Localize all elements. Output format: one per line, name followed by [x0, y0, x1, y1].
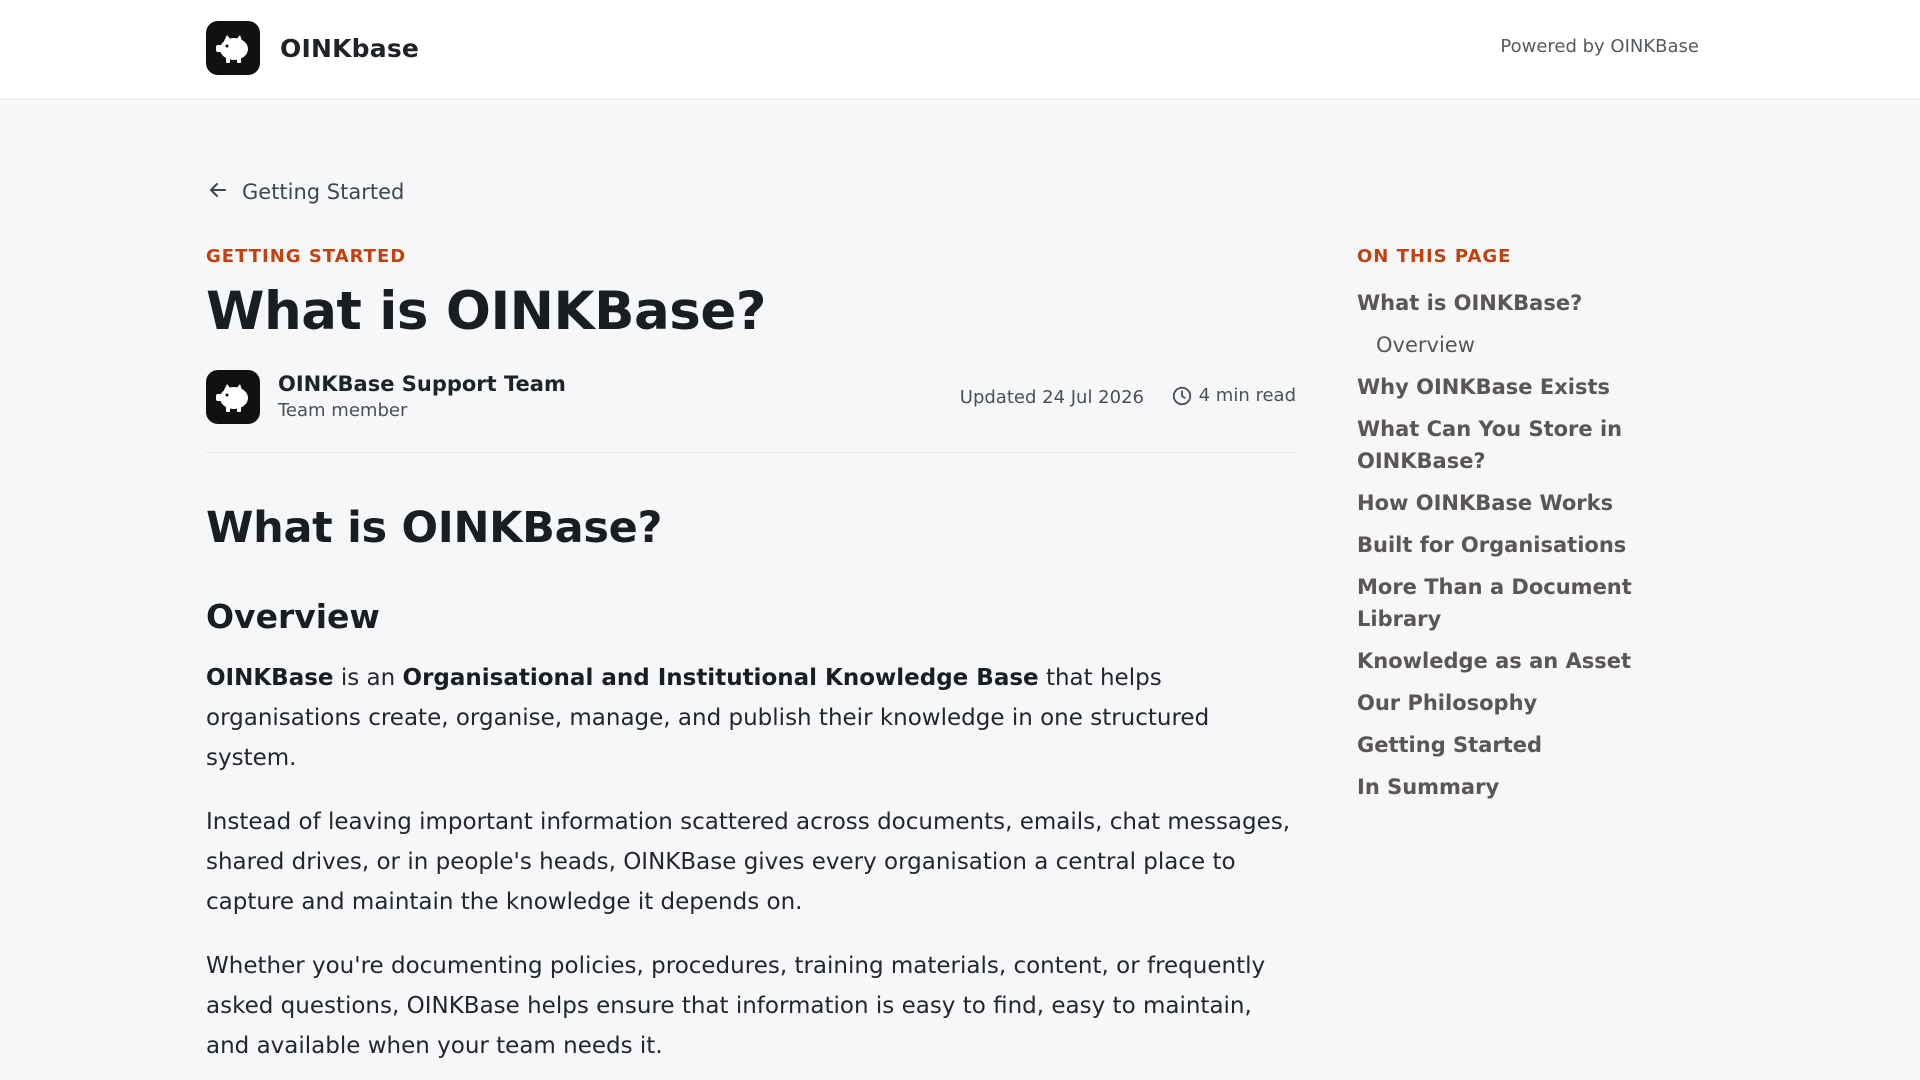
toc-item[interactable]: In Summary — [1357, 771, 1717, 803]
paragraph: Instead of leaving important information… — [206, 808, 1291, 915]
paragraph: Whether you're documenting policies, pro… — [206, 952, 1266, 1059]
table-of-contents: ON THIS PAGE What is OINKBase? Overview … — [1357, 246, 1717, 813]
bold-term: OINKBase — [206, 664, 334, 691]
pig-logo-icon — [206, 21, 260, 75]
toc-item[interactable]: What is OINKBase? — [1357, 287, 1717, 319]
back-link[interactable]: Getting Started — [206, 178, 404, 206]
author-name: OINKBase Support Team — [278, 371, 566, 396]
toc-item[interactable]: More Than a Document Library — [1357, 571, 1717, 635]
divider — [206, 451, 1296, 453]
toc-item[interactable]: Built for Organisations — [1357, 529, 1717, 561]
bold-term: Organisational and Institutional Knowled… — [402, 664, 1039, 691]
brand-name: OINKbase — [280, 33, 420, 63]
toc-heading: ON THIS PAGE — [1357, 246, 1512, 267]
arrow-left-icon — [206, 178, 230, 206]
page-title: What is OINKBase? — [206, 281, 767, 342]
read-time: 4 min read — [1171, 385, 1296, 407]
toc-list: What is OINKBase? Overview Why OINKBase … — [1357, 287, 1717, 803]
article-category: GETTING STARTED — [206, 246, 407, 267]
back-link-label: Getting Started — [242, 180, 405, 204]
paragraph-intro: OINKBase is an Organisational and Instit… — [206, 664, 1210, 771]
toc-item[interactable]: Overview — [1357, 329, 1717, 361]
toc-item[interactable]: Getting Started — [1357, 729, 1717, 761]
article-meta: OINKBase Support Team Team member Update… — [206, 369, 1296, 426]
top-bar: OINKbase Powered by OINKBase — [0, 0, 1920, 100]
toc-item[interactable]: Why OINKBase Exists — [1357, 371, 1717, 403]
updated-date: Updated 24 Jul 2026 — [959, 386, 1144, 408]
toc-item[interactable]: What Can You Store in OINKBase? — [1357, 413, 1717, 477]
author-role: Team member — [278, 399, 408, 421]
author-avatar — [206, 369, 260, 424]
brand-home-link[interactable]: OINKbase — [206, 21, 419, 75]
article: GETTING STARTED What is OINKBase? OINKBa… — [206, 246, 1296, 1066]
section-heading: What is OINKBase? — [206, 502, 663, 553]
toc-item[interactable]: Knowledge as an Asset — [1357, 645, 1717, 677]
clock-icon — [1172, 386, 1191, 405]
read-time-label: 4 min read — [1198, 385, 1296, 407]
powered-by-text: Powered by OINKBase — [1500, 36, 1699, 57]
subsection-heading: Overview — [206, 596, 380, 636]
toc-item[interactable]: Our Philosophy — [1357, 687, 1717, 719]
toc-item[interactable]: How OINKBase Works — [1357, 487, 1717, 519]
